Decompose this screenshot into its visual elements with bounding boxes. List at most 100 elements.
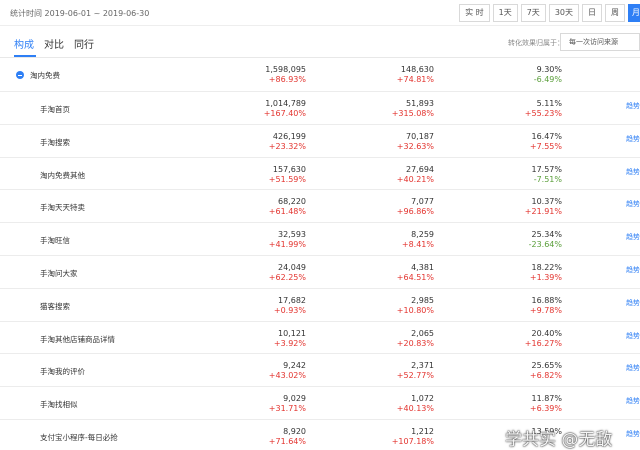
metric-value: 148,630: [400, 65, 434, 74]
metric-value: 10,121: [278, 328, 306, 338]
trend-link[interactable]: 趋势: [626, 265, 640, 275]
metric-cell: 27,694 +40.21%: [397, 165, 434, 185]
metric-change: +7.55%: [529, 141, 562, 151]
metric-change: +9.78%: [529, 305, 562, 315]
metric-cell: 1,014,789 +167.40%: [264, 99, 306, 119]
metric-cell: 9.30% -6.49%: [534, 65, 562, 85]
metric-value: 7,077: [411, 197, 434, 207]
metric-change: +31.71%: [268, 404, 306, 414]
metric-change: +61.48%: [268, 207, 306, 217]
tab-composition[interactable]: 构成: [14, 36, 34, 51]
metric-cell: 17.57% -7.51%: [531, 165, 562, 185]
source-name: 支付宝小程序-每日必抢: [40, 432, 118, 442]
metric-change: +0.93%: [273, 305, 306, 315]
active-tab-indicator: [14, 55, 36, 57]
metric-change: +21.91%: [524, 207, 562, 217]
tab-peers[interactable]: 同行: [74, 36, 94, 51]
metric-value: 4,381: [411, 262, 434, 272]
metric-cell: 1,072 +40.13%: [397, 394, 434, 414]
metric-cell: 8,259 +8.41%: [402, 230, 434, 250]
metric-value: 5.11%: [536, 99, 562, 108]
trend-link[interactable]: 趋势: [626, 101, 640, 111]
source-name: 手淘找相似: [40, 400, 78, 410]
metric-change: +40.13%: [396, 404, 434, 414]
source-name: 手淘其他店铺商品详情: [40, 334, 115, 344]
metric-cell: 4,381 +64.51%: [397, 263, 434, 283]
metric-value: 27,694: [406, 164, 434, 174]
metric-change: +315.08%: [391, 109, 434, 118]
trend-link[interactable]: 趋势: [626, 298, 640, 308]
trend-link[interactable]: 趋势: [626, 429, 640, 439]
range-1day-button[interactable]: 1天: [492, 4, 518, 22]
top-bar: 统计时间 2019-06-01 ~ 2019-06-30 实 时 1天 7天 3…: [0, 0, 640, 26]
range-7day-button[interactable]: 7天: [520, 4, 546, 22]
table-row: 手淘旺信 32,593 +41.99% 8,259 +8.41% 25.34% -23.64…: [0, 223, 640, 256]
metric-cell: 10.37% +21.91%: [525, 197, 562, 217]
metric-cell: 32,593 +41.99%: [269, 230, 306, 250]
trend-link[interactable]: 趋势: [626, 167, 640, 177]
metric-change: +86.93%: [268, 75, 306, 84]
table-row: 猫客搜索 17,682 +0.93% 2,985 +10.80% 16.88% +9.78%…: [0, 289, 640, 322]
watermark: 学共实 @无敌: [505, 430, 613, 450]
metric-change: +41.99%: [268, 240, 306, 250]
source-name: 手淘旺信: [40, 236, 70, 246]
table-row: 手淘问大家 24,049 +62.25% 4,381 +64.51% 18.22% +1.3…: [0, 256, 640, 289]
metric-cell: 20.40% +16.27%: [525, 329, 562, 349]
trend-link[interactable]: 趋势: [626, 134, 640, 144]
metric-cell: 1,212 +107.18%: [392, 427, 434, 447]
source-name: 手淘搜索: [40, 137, 70, 147]
metric-change: +107.18%: [391, 436, 434, 446]
metric-cell: 1,598,095 +86.93%: [265, 65, 306, 85]
table-row: 手淘我的评价 9,242 +43.02% 2,371 +52.77% 25.65% +6.8…: [0, 354, 640, 388]
metric-value: 68,220: [278, 197, 306, 207]
source-table: 淘内免费 1,598,095 +86.93% 148,630 +74.81% 9.30% -…: [0, 58, 640, 450]
metric-value: 25.34%: [531, 230, 562, 240]
table-row: 手淘找相似 9,029 +31.71% 1,072 +40.13% 11.87% +6.39…: [0, 387, 640, 420]
metric-change: +51.59%: [268, 174, 306, 184]
metric-change: +6.39%: [529, 404, 562, 414]
range-30day-button[interactable]: 30天: [548, 4, 579, 22]
attribution-select[interactable]: 每一次访问来源: [560, 33, 640, 51]
range-week-button[interactable]: 周: [605, 4, 625, 22]
trend-link[interactable]: 趋势: [626, 199, 640, 209]
metric-value: 8,920: [283, 426, 306, 436]
metric-cell: 16.47% +7.55%: [530, 132, 562, 152]
date-range-label: 统计时间 2019-06-01 ~ 2019-06-30: [10, 9, 150, 18]
table-row-group: 淘内免费 1,598,095 +86.93% 148,630 +74.81% 9.30% -…: [0, 58, 640, 92]
range-month-button[interactable]: 月: [628, 4, 640, 22]
metric-change: +64.51%: [396, 272, 434, 282]
metric-cell: 8,920 +71.64%: [269, 427, 306, 447]
metric-change: +40.21%: [396, 174, 434, 184]
metric-change: +8.41%: [401, 240, 434, 250]
metric-change: +52.77%: [396, 371, 434, 381]
attribution-label: 转化效果归属于：: [508, 39, 564, 47]
collapse-icon[interactable]: [16, 71, 24, 79]
metric-change: +74.81%: [396, 75, 434, 84]
metric-value: 2,371: [411, 361, 434, 371]
metric-cell: 68,220 +61.48%: [269, 197, 306, 217]
range-day-button[interactable]: 日: [582, 4, 602, 22]
metric-cell: 2,985 +10.80%: [397, 296, 434, 316]
metric-change: +71.64%: [268, 436, 306, 446]
metric-value: 70,187: [406, 131, 434, 141]
tab-compare[interactable]: 对比: [44, 36, 64, 51]
trend-link[interactable]: 趋势: [626, 363, 640, 373]
metric-change: +43.02%: [268, 371, 306, 381]
metric-value: 1,072: [411, 394, 434, 404]
table-row: 手淘首页 1,014,789 +167.40% 51,893 +315.08% 5.11%…: [0, 92, 640, 125]
metric-value: 426,199: [272, 131, 306, 141]
metric-cell: 11.87% +6.39%: [530, 394, 562, 414]
range-realtime-button[interactable]: 实 时: [459, 4, 490, 22]
metric-change: +16.27%: [524, 338, 562, 348]
metric-value: 9,242: [283, 361, 306, 371]
metric-cell: 2,371 +52.77%: [397, 361, 434, 381]
trend-link[interactable]: 趋势: [626, 396, 640, 406]
metric-change: +55.23%: [524, 109, 562, 118]
trend-link[interactable]: 趋势: [626, 232, 640, 242]
metric-value: 1,598,095: [265, 65, 306, 74]
metric-value: 2,065: [411, 328, 434, 338]
trend-link[interactable]: 趋势: [626, 331, 640, 341]
metric-value: 8,259: [411, 230, 434, 240]
range-button-group: 实 时 1天 7天 30天 日 周 月: [456, 4, 640, 22]
metric-value: 9,029: [283, 394, 306, 404]
